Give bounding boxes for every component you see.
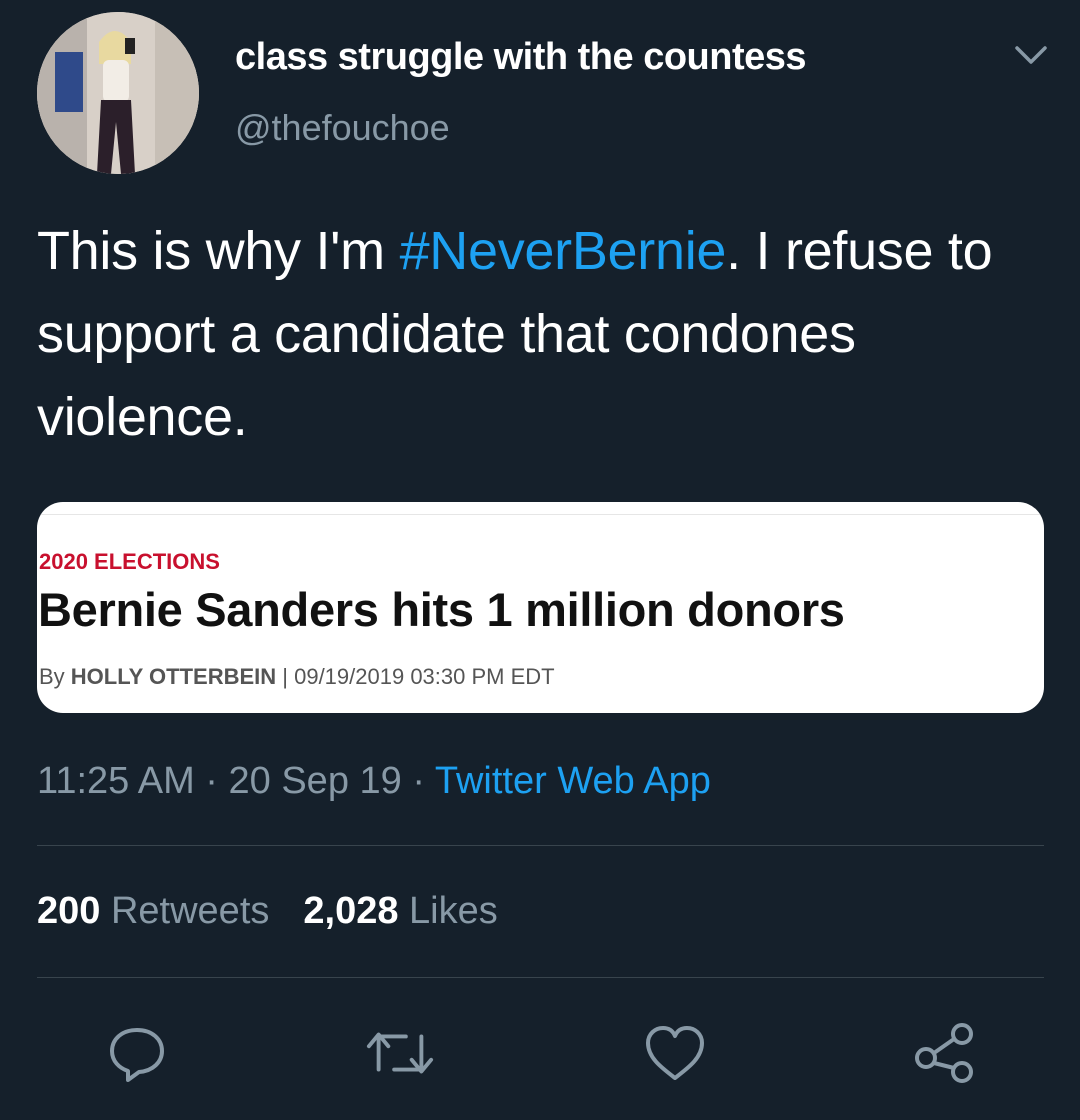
tweet-text-before: This is why I'm xyxy=(37,221,400,281)
hashtag-link[interactable]: #NeverBernie xyxy=(400,221,727,281)
tweet-time: 11:25 AM xyxy=(37,760,195,802)
retweets-stat[interactable]: 200 Retweets xyxy=(37,890,269,932)
share-button[interactable] xyxy=(910,1018,980,1088)
like-button[interactable] xyxy=(640,1018,710,1088)
share-icon xyxy=(915,1023,973,1083)
author-display-name[interactable]: class struggle with the countess xyxy=(235,36,807,79)
card-headline: Bernie Sanders hits 1 million donors xyxy=(38,583,845,636)
byline-prefix: By xyxy=(39,664,71,689)
retweet-icon xyxy=(366,1032,434,1074)
card-category: 2020 ELECTIONS xyxy=(39,549,220,574)
link-card[interactable]: 2020 ELECTIONS Bernie Sanders hits 1 mil… xyxy=(37,502,1044,713)
tweet-date: 20 Sep 19 xyxy=(228,760,402,802)
tweet-text: This is why I'm #NeverBernie. I refuse t… xyxy=(37,210,1047,459)
retweet-button[interactable] xyxy=(365,1018,435,1088)
likes-label: Likes xyxy=(409,890,498,932)
byline-author: HOLLY OTTERBEIN xyxy=(70,664,277,689)
author-handle[interactable]: @thefouchoe xyxy=(235,107,450,149)
byline-date: | 09/19/2019 03:30 PM EDT xyxy=(276,664,555,689)
reply-icon xyxy=(110,1028,164,1082)
retweets-label: Retweets xyxy=(110,890,270,932)
retweets-count: 200 xyxy=(37,890,101,932)
card-divider xyxy=(37,514,1044,515)
tweet-meta: 11:25 AM · 20 Sep 19 · Twitter Web App xyxy=(37,760,711,803)
divider xyxy=(37,845,1044,846)
heart-icon xyxy=(646,1026,704,1080)
likes-count: 2,028 xyxy=(303,890,399,932)
meta-separator: · xyxy=(194,760,229,802)
card-byline: By HOLLY OTTERBEIN | 09/19/2019 03:30 PM… xyxy=(39,664,555,690)
likes-stat[interactable]: 2,028 Likes xyxy=(303,890,497,932)
avatar[interactable] xyxy=(37,12,199,174)
meta-separator: · xyxy=(401,760,435,802)
divider xyxy=(37,977,1044,978)
reply-button[interactable] xyxy=(102,1018,172,1088)
source-link[interactable]: Twitter Web App xyxy=(435,760,711,802)
chevron-down-icon[interactable] xyxy=(1008,36,1054,76)
engagement-stats: 200 Retweets 2,028 Likes xyxy=(37,890,498,933)
